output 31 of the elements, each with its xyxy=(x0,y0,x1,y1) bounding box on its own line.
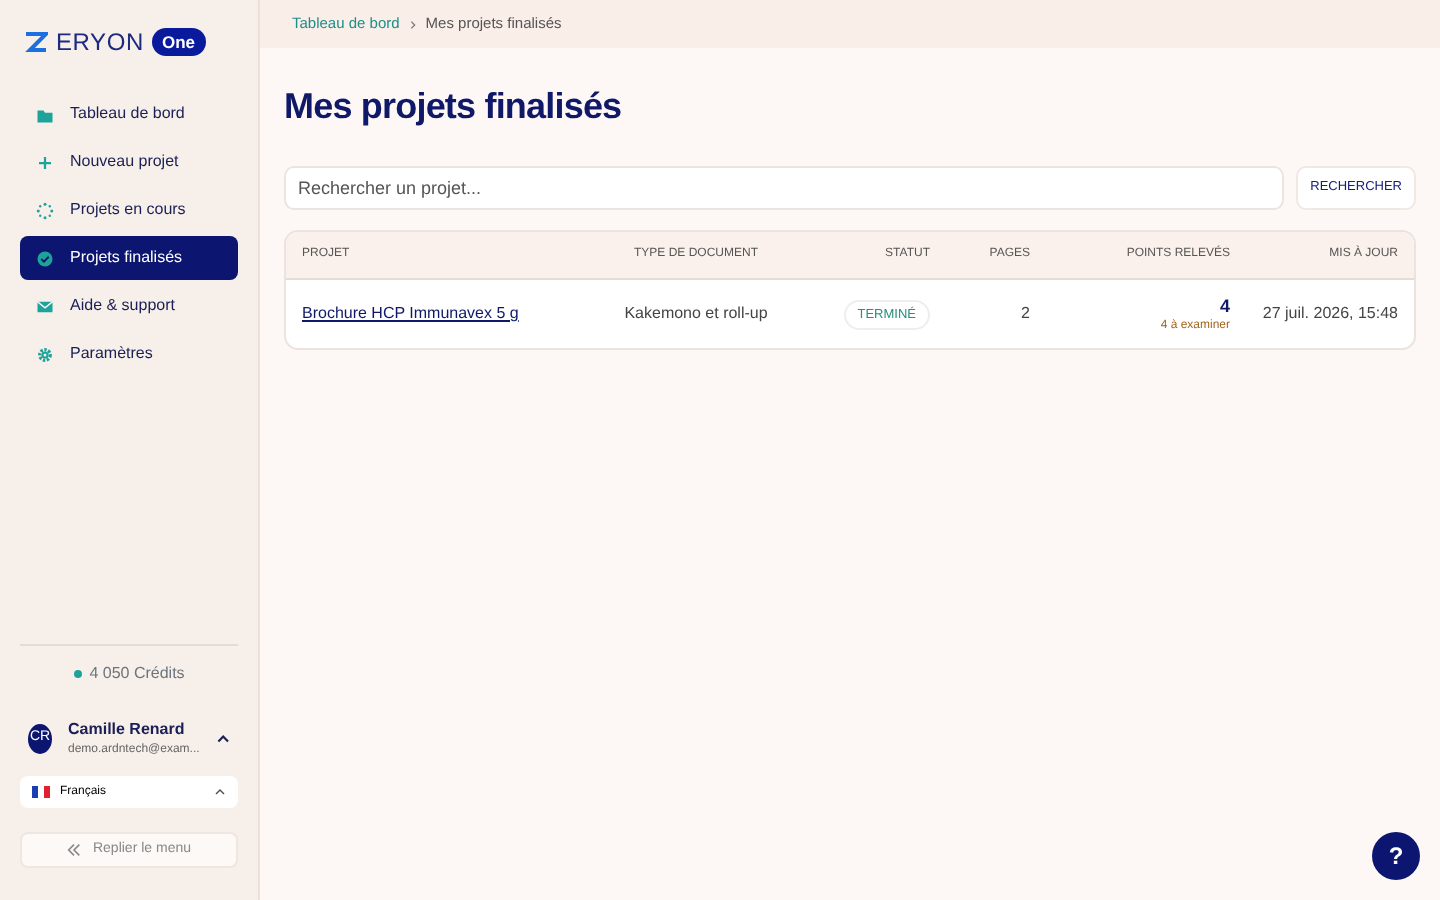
table-cell-text: 2 xyxy=(1019,302,1032,326)
project-link[interactable]: Brochure HCP Immunavex 5 g xyxy=(302,304,519,322)
chevron-up-icon xyxy=(215,730,230,748)
mail-icon xyxy=(36,297,54,315)
table-cell-text: 27 juil. 2026, 15:48 xyxy=(1260,302,1400,326)
logo-wordmark: ERYON xyxy=(56,26,144,60)
table-cell-text: Kakemono et roll-up xyxy=(622,302,770,326)
search-field[interactable]: Rechercher un projet... xyxy=(284,166,1285,210)
user-name: Camille Renard xyxy=(68,718,187,742)
sidebar-item[interactable]: Paramètres xyxy=(20,332,238,376)
page-title: Mes projets finalisés xyxy=(284,84,624,130)
chevron-right-icon xyxy=(407,19,418,29)
credits-text: 4 050 Crédits xyxy=(89,662,185,686)
sidebar-item[interactable]: Projets en cours xyxy=(20,188,238,232)
folder-icon xyxy=(36,105,54,123)
logo-icon xyxy=(24,30,48,54)
sidebar-item[interactable]: Nouveau projet xyxy=(20,140,238,184)
sidebar-item[interactable]: Projets finalisés xyxy=(20,236,238,280)
logo-badge: One xyxy=(151,27,205,57)
double-chevron-left-icon xyxy=(66,842,83,858)
spinner-icon xyxy=(36,201,54,219)
check-circle-icon xyxy=(36,249,54,267)
sidebar-item[interactable]: Aide & support xyxy=(20,284,238,328)
gear-icon xyxy=(36,345,54,363)
help-button[interactable]: ? xyxy=(1372,832,1420,880)
plus-icon xyxy=(36,153,54,171)
flag-icon xyxy=(32,786,50,798)
points-count: 4 xyxy=(1217,297,1230,315)
sidebar-item[interactable]: Tableau de bord xyxy=(20,92,238,136)
status-dot-icon xyxy=(73,670,82,678)
chevron-up-icon xyxy=(214,786,226,798)
